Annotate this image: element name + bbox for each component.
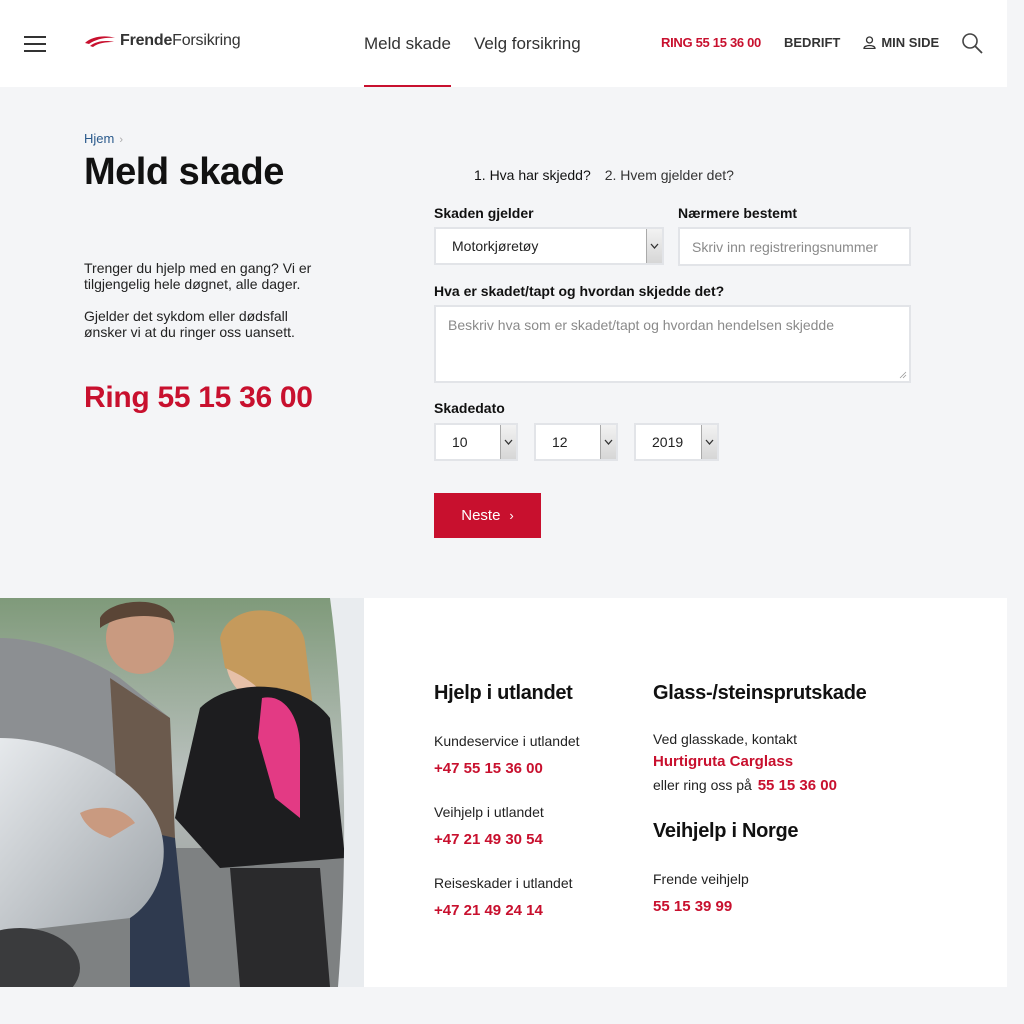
abroad-item-label: Reiseskader i utlandet [434,875,573,891]
damage-type-value: Motorkjøretøy [452,238,539,254]
abroad-item-label: Veihjelp i utlandet [434,804,544,820]
abroad-item-phone[interactable]: +47 21 49 30 54 [434,831,543,848]
day-select[interactable]: 10 [434,423,518,461]
search-icon[interactable] [961,32,983,54]
nav-velg-forsikring[interactable]: Velg forsikring [474,0,581,87]
resize-handle-icon[interactable] [899,371,907,379]
my-page-link[interactable]: MIN SIDE [863,35,939,50]
damage-type-label: Skaden gjelder [434,205,534,221]
registration-number-input[interactable]: Skriv inn registreringsnummer [678,227,911,266]
corporate-link[interactable]: BEDRIFT [784,35,840,50]
description-label: Hva er skadet/tapt og hvordan skjedde de… [434,283,725,299]
car-damage-photo [0,598,364,987]
car-damage-illustration [0,598,364,987]
step-1[interactable]: 1. Hva har skjedd? [474,167,591,183]
description-placeholder: Beskriv hva som er skadet/tapt og hvorda… [448,317,835,333]
roadside-norway-title: Veihjelp i Norge [653,820,799,842]
site-header: FrendeForsikring Meld skade Velg forsikr… [0,0,1007,87]
breadcrumb: Hjem › [84,131,123,146]
description-textarea[interactable]: Beskriv hva som er skadet/tapt og hvorda… [434,305,911,383]
menu-icon[interactable] [24,36,46,54]
logo-text-regular: Forsikring [172,32,241,49]
glass-damage-title: Glass-/steinsprutskade [653,682,867,704]
hero-phone-link[interactable]: Ring 55 15 36 00 [84,381,313,415]
chevron-down-icon [646,229,662,263]
intro-paragraph-1: Trenger du hjelp med en gang? Vi er tilg… [84,260,312,292]
abroad-item-phone[interactable]: +47 21 49 24 14 [434,902,543,919]
year-value: 2019 [652,434,684,450]
date-label: Skadedato [434,400,505,416]
logo[interactable]: FrendeForsikring [84,32,241,50]
carglass-link[interactable]: Hurtigruta Carglass [653,753,793,770]
my-page-label: MIN SIDE [881,35,940,50]
nav-meld-skade[interactable]: Meld skade [364,0,451,87]
glass-phone-link[interactable]: 55 15 36 00 [758,777,837,794]
header-phone-link[interactable]: RING 55 15 36 00 [661,35,761,50]
contact-info-section: Hjelp i utlandet Kundeservice i utlandet… [364,598,1007,987]
main-nav: Meld skade Velg forsikring [364,0,604,87]
month-select[interactable]: 12 [534,423,618,461]
glass-damage-text: Ved glasskade, kontakt [653,731,797,747]
next-button-label: Neste [461,507,501,524]
page-title: Meld skade [84,151,284,193]
glass-damage-or-call: eller ring oss på 55 15 36 00 [653,777,837,794]
year-select[interactable]: 2019 [634,423,719,461]
chevron-down-icon [600,425,616,459]
chevron-down-icon [500,425,516,459]
intro-paragraph-2: Gjelder det sykdom eller dødsfall ønsker… [84,308,295,340]
abroad-help-title: Hjelp i utlandet [434,682,573,704]
hero-column: Hjem › Meld skade Trenger du hjelp med en… [0,87,364,598]
form-steps: 1. Hva har skjedd? 2. Hvem gjelder det? [474,167,734,183]
month-value: 12 [552,434,568,450]
chevron-right-icon: › [509,508,514,523]
damage-type-select[interactable]: Motorkjøretøy [434,227,664,265]
breadcrumb-home[interactable]: Hjem [84,131,114,146]
logo-swoosh-icon [85,36,115,47]
step-2[interactable]: 2. Hvem gjelder det? [605,167,734,183]
detail-label: Nærmere bestemt [678,205,798,221]
intro-text: Trenger du hjelp med en gang? Vi er tilg… [84,260,324,356]
abroad-item-label: Kundeservice i utlandet [434,733,580,749]
utility-nav: RING 55 15 36 00 BEDRIFT MIN SIDE [661,35,939,50]
user-icon [863,36,876,49]
logo-text-bold: Frende [120,32,173,49]
roadside-label: Frende veihjelp [653,871,749,887]
day-value: 10 [452,434,468,450]
claim-form: 1. Hva har skjedd? 2. Hvem gjelder det? … [364,87,1007,598]
chevron-down-icon [701,425,717,459]
glass-or-text: eller ring oss på [653,777,752,793]
chevron-right-icon: › [119,134,124,146]
roadside-phone[interactable]: 55 15 39 99 [653,898,732,915]
next-button[interactable]: Neste › [434,493,541,538]
abroad-item-phone[interactable]: +47 55 15 36 00 [434,760,543,777]
